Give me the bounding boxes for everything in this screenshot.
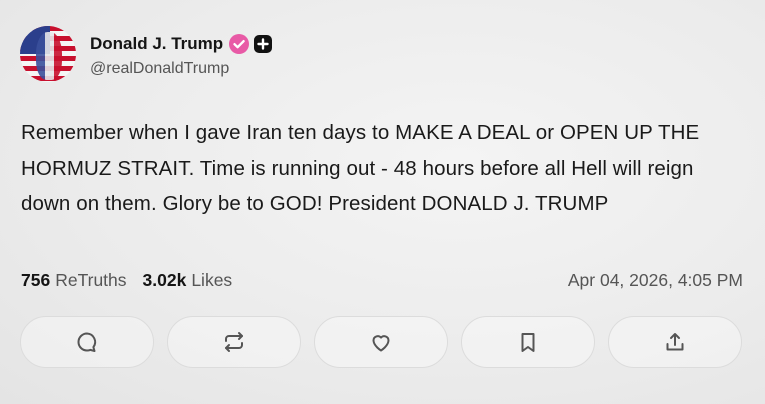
- post-stats: 756 ReTruths 3.02k Likes Apr 04, 2026, 4:0…: [21, 270, 743, 291]
- reply-icon: [77, 332, 97, 352]
- plus-badge-icon: [254, 34, 273, 53]
- verified-badge-icon: [229, 33, 250, 54]
- bookmark-icon: [521, 333, 535, 352]
- share-icon: [666, 333, 684, 351]
- author-info: Donald J. Trump @realDonaldTrump: [90, 31, 273, 78]
- author-handle[interactable]: @realDonaldTrump: [90, 60, 272, 78]
- retruths-label: ReTruths: [55, 270, 127, 290]
- post-text: Remember when I gave Iran ten days to MA…: [21, 121, 700, 215]
- reply-button[interactable]: [20, 316, 154, 368]
- retruths-count: 756: [21, 270, 51, 290]
- avatar[interactable]: [20, 26, 76, 82]
- likes-label: Likes: [191, 270, 233, 290]
- action-bar: [20, 316, 742, 368]
- likes-stat[interactable]: 3.02k Likes: [143, 270, 233, 291]
- retruth-icon: [225, 332, 243, 352]
- share-button[interactable]: [608, 316, 742, 368]
- like-icon: [372, 335, 390, 352]
- like-button[interactable]: [314, 316, 448, 368]
- post-header: Donald J. Trump @realDonaldTrump: [20, 26, 273, 82]
- retruth-button[interactable]: [167, 316, 301, 368]
- post-timestamp[interactable]: Apr 04, 2026, 4:05 PM: [568, 270, 743, 291]
- retruths-stat[interactable]: 756 ReTruths: [21, 270, 127, 291]
- bookmark-button[interactable]: [461, 316, 595, 368]
- likes-count: 3.02k: [142, 270, 187, 290]
- author-display-name[interactable]: Donald J. Trump: [90, 34, 223, 54]
